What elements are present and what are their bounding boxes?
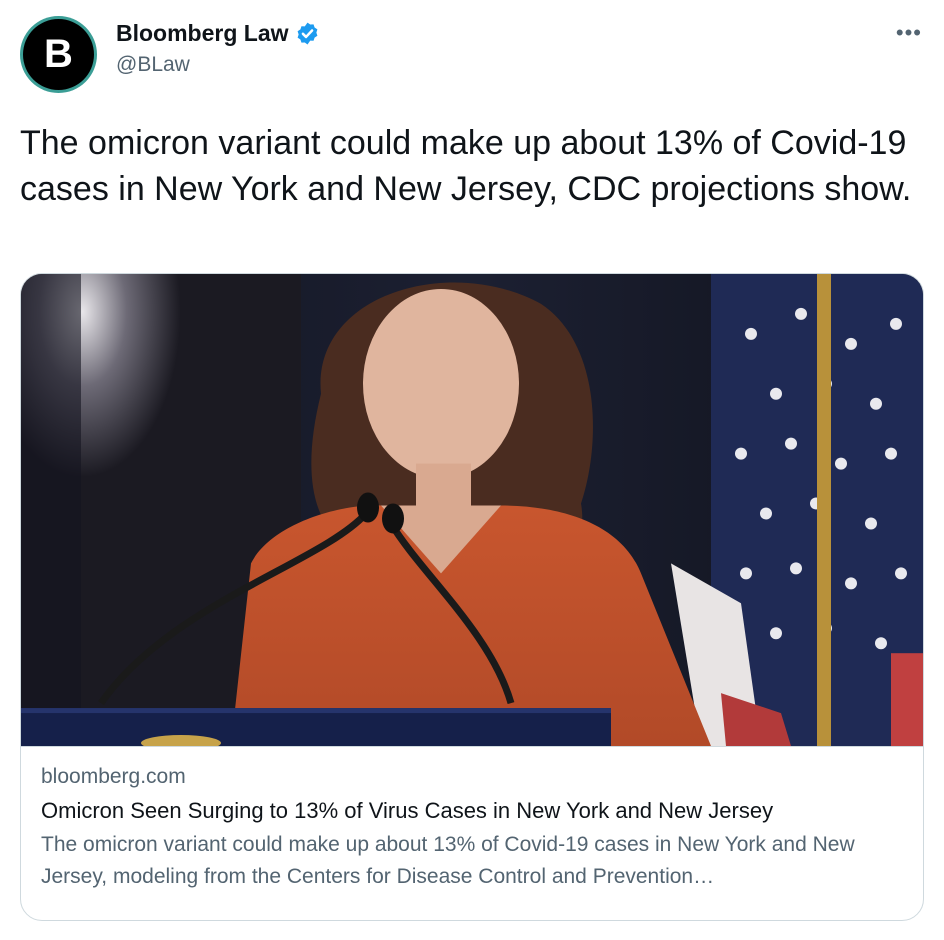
card-description: The omicron variant could make up about …: [41, 833, 855, 888]
more-horizontal-icon[interactable]: •••: [896, 20, 922, 46]
author-block: Bloomberg Law @BLaw: [116, 20, 320, 77]
link-card[interactable]: bloomberg.com Omicron Seen Surging to 13…: [20, 273, 924, 921]
avatar[interactable]: B: [20, 16, 97, 93]
tweet-text: The omicron variant could make up about …: [20, 124, 912, 208]
author-handle[interactable]: @BLaw: [116, 53, 320, 77]
card-title: Omicron Seen Surging to 13% of Virus Cas…: [41, 798, 774, 823]
card-image[interactable]: [21, 274, 923, 747]
avatar-letter: B: [23, 19, 94, 90]
card-domain: bloomberg.com: [41, 765, 186, 788]
verified-badge-icon: [297, 22, 317, 45]
card-meta: bloomberg.com Omicron Seen Surging to 13…: [41, 765, 901, 893]
author-display-name[interactable]: Bloomberg Law: [116, 20, 289, 47]
